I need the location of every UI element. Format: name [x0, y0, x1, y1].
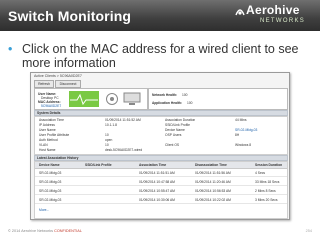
- disconnect-button[interactable]: Disconnect: [55, 80, 81, 88]
- embedded-screenshot: Active Clients > 5C96A0D2E7 Refresh Disc…: [30, 72, 290, 220]
- table-cell: 01/09/2014 10:22:02 AM: [195, 198, 231, 202]
- health-graph-icon: [69, 91, 99, 107]
- mac-address-link[interactable]: 5C96A0D2E7: [41, 104, 61, 108]
- history-table: Device Name SSID/Link Profile Associatio…: [34, 161, 288, 219]
- detail-label: Association Duration: [165, 118, 196, 122]
- table-row: SR-02-Mktg-03 01/09/2014 10:47:58 AM 01/…: [35, 178, 287, 186]
- logo-bee-icon: [235, 9, 245, 16]
- table-cell: 01/09/2014 11:20:46 AM: [195, 180, 231, 184]
- detail-value: 44 Mins: [235, 118, 247, 122]
- table-header: Device Name SSID/Link Profile Associatio…: [35, 162, 287, 169]
- detail-label: VLAN: [39, 143, 48, 147]
- network-device-icon: [106, 93, 118, 105]
- detail-label: SSID/Link Profile: [165, 123, 190, 127]
- table-row: SR-02-Mktg-03 01/09/2014 11:51:51 AM 01/…: [35, 169, 287, 177]
- table-cell: 01/09/2014 10:30:06 AM: [139, 198, 175, 202]
- column-header[interactable]: Device Name: [39, 163, 60, 167]
- column-header[interactable]: Disassociation Time: [195, 163, 227, 167]
- table-cell: SR-02-Mktg-03: [39, 180, 62, 184]
- detail-value: 01/09/2014 11:51:52 AM: [105, 118, 141, 122]
- table-cell: SR-02-Mktg-03: [39, 189, 62, 193]
- detail-value: Windows 8: [235, 143, 252, 147]
- detail-value: desk-5C96A0D2E7-wired: [105, 148, 143, 152]
- refresh-button[interactable]: Refresh: [34, 80, 54, 88]
- detail-label: Client OS: [165, 143, 180, 147]
- copyright-text: © 2014 Aerohive Networks: [8, 229, 54, 233]
- table-row: SR-02-Mktg-03 01/09/2014 10:30:06 AM 01/…: [35, 196, 287, 204]
- table-cell: 01/09/2014 10:47:58 AM: [139, 180, 175, 184]
- table-cell: 2 Mins 8 Secs: [255, 189, 276, 193]
- table-cell: SR-02-Mktg-03: [39, 171, 62, 175]
- logo-sub: NETWORKS: [260, 18, 306, 24]
- system-details-title: System Details: [37, 111, 61, 115]
- table-row: SR-02-Mktg-03 01/09/2014 10:55:47 AM 01/…: [35, 187, 287, 195]
- client-summary-panel: User Name: Desktop PC MAC Address: 5C96A…: [34, 88, 148, 110]
- detail-value: 10: [105, 143, 109, 147]
- table-cell: 01/09/2014 10:56:53 AM: [195, 189, 231, 193]
- detail-label: Auth Method: [39, 138, 58, 142]
- table-cell: 33 Mins 18 Secs: [255, 180, 280, 184]
- table-cell: 01/09/2014 11:51:51 AM: [139, 171, 175, 175]
- table-cell: 01/09/2014 10:55:47 AM: [139, 189, 175, 193]
- detail-label: OSP Users: [165, 133, 182, 137]
- detail-value: 10.1.1.8: [105, 123, 117, 127]
- detail-value: 10: [105, 133, 109, 137]
- table-cell: 3 Mins 20 Secs: [255, 198, 278, 202]
- application-health-label: Application Health:: [152, 101, 183, 105]
- column-header[interactable]: Association Time: [139, 163, 166, 167]
- device-name-link[interactable]: SR-02-Mktg-03: [235, 128, 257, 132]
- window-title: Active Clients > 5C96A0D2E7: [34, 74, 82, 78]
- table-cell: SR-02-Mktg-03: [39, 198, 62, 202]
- detail-label: User Name: [39, 128, 56, 132]
- bullet-text: Click on the MAC address for a wired cli…: [22, 42, 299, 70]
- network-health-label: Network Health:: [152, 93, 178, 97]
- detail-value: open: [105, 138, 113, 142]
- page-number: 254: [305, 229, 312, 233]
- detail-label: Association Time: [39, 118, 64, 122]
- health-panel: Network Health: 100 Application Health: …: [148, 88, 288, 110]
- more-link[interactable]: More...: [39, 208, 49, 212]
- detail-label: User Profile Attribute: [39, 133, 70, 137]
- network-health-value: 100: [182, 93, 188, 97]
- history-title: Latest Association History: [37, 156, 79, 160]
- slide-title: Switch Monitoring: [8, 8, 132, 24]
- system-details-box: Association Time 01/09/2014 11:51:52 AM …: [34, 116, 288, 155]
- column-header[interactable]: SSID/Link Profile: [85, 163, 112, 167]
- aerohive-logo: Aerohive NETWORKS: [234, 3, 314, 29]
- column-header[interactable]: Session Duration: [255, 163, 282, 167]
- detail-value: 8H: [235, 133, 240, 137]
- application-health-value: 100: [187, 101, 193, 105]
- detail-label: Device Name: [165, 128, 185, 132]
- slide-header: Switch Monitoring Aerohive NETWORKS: [0, 0, 320, 31]
- bullet-icon: •: [8, 42, 13, 56]
- table-cell: 01/09/2014 11:51:56 AM: [195, 171, 231, 175]
- detail-label: IP Address: [39, 123, 55, 127]
- footer-copyright: © 2014 Aerohive Networks CONFIDENTIAL: [8, 229, 82, 233]
- detail-label: Host Name: [39, 148, 56, 152]
- bullet-point: • Click on the MAC address for a wired c…: [8, 42, 308, 70]
- table-cell: 4 Secs: [255, 171, 266, 175]
- confidential-label: CONFIDENTIAL: [54, 229, 82, 233]
- logo-name: Aerohive: [246, 3, 300, 17]
- computer-icon: [123, 92, 141, 105]
